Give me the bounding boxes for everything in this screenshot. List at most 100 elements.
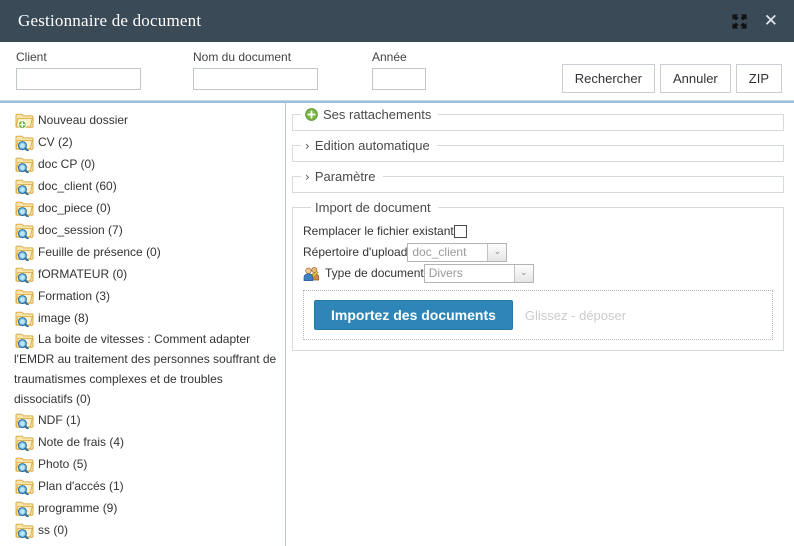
folder-search-icon (15, 412, 35, 430)
section-label: Ses rattachements (323, 107, 432, 122)
tree-item-label: Nouveau dossier (38, 113, 129, 127)
folder-search-icon (15, 522, 35, 540)
tree-item-label: Formation (3) (38, 289, 111, 303)
doc-type-label: Type de document (325, 266, 424, 280)
folder-add-icon (15, 112, 35, 130)
client-label: Client (16, 50, 47, 64)
section-import-de-document: Import de document Remplacer le fichier … (292, 200, 784, 351)
folder-search-icon (15, 310, 35, 328)
tree-item-nouveau-dossier[interactable]: Nouveau dossier (14, 109, 281, 131)
tree-item-note-de-frais[interactable]: Note de frais (4) (14, 431, 281, 453)
upload-dir-label: Répertoire d'upload (303, 245, 408, 259)
tree-item-programme[interactable]: programme (9) (14, 497, 281, 519)
tree-item-doc-client[interactable]: doc_client (60) (14, 175, 281, 197)
year-field-group: Année (372, 51, 426, 90)
section-edition-automatique-legend[interactable]: › Edition automatique (301, 138, 437, 153)
tree-item-plan-dacces[interactable]: Plan d'accés (1) (14, 475, 281, 497)
section-import-legend: Import de document (311, 200, 438, 215)
year-input[interactable] (372, 68, 426, 90)
page-title: Gestionnaire de document (18, 11, 202, 30)
main-content: Nouveau dossier CV (2) doc CP (0) doc_cl… (0, 101, 794, 546)
client-field-group: Client (16, 51, 141, 90)
section-label: Edition automatique (314, 138, 430, 153)
upload-dir-value: doc_client (412, 245, 467, 259)
tree-item-label: Feuille de présence (0) (38, 245, 161, 259)
search-button[interactable]: Rechercher (561, 64, 655, 93)
details-panel: Ses rattachements › Edition automatique … (286, 101, 794, 546)
chevron-right-icon[interactable]: › (305, 139, 310, 153)
users-icon (303, 266, 320, 281)
tree-item-doc-piece[interactable]: doc_piece (0) (14, 197, 281, 219)
folder-search-icon (15, 134, 35, 152)
document-name-field-group: Nom du document (193, 51, 318, 90)
section-label: Import de document (315, 200, 431, 215)
window-controls: ✕ (731, 12, 780, 30)
close-icon[interactable]: ✕ (762, 12, 780, 30)
tree-item-doc-session[interactable]: doc_session (7) (14, 219, 281, 241)
folder-search-icon (15, 434, 35, 452)
tree-item-ndf[interactable]: NDF (1) (14, 409, 281, 431)
folder-search-icon (15, 222, 35, 240)
folder-search-icon (15, 500, 35, 518)
year-label: Année (372, 50, 407, 64)
folder-search-icon (15, 178, 35, 196)
folder-search-icon (15, 456, 35, 474)
tree-item-label: programme (9) (38, 501, 118, 515)
folder-search-icon (15, 244, 35, 262)
tree-item-label: fORMATEUR (0) (38, 267, 128, 281)
tree-item-label: Note de frais (4) (38, 435, 125, 449)
tree-item-feuille-de-presence[interactable]: Feuille de présence (0) (14, 241, 281, 263)
section-parametre[interactable]: › Paramètre (292, 169, 784, 193)
document-name-label: Nom du document (193, 50, 292, 64)
chevron-right-icon[interactable]: › (305, 170, 310, 184)
tree-item-la-boite-de-vitesses[interactable]: La boite de vitesses : Comment adapter l… (14, 329, 281, 409)
section-ses-rattachements[interactable]: Ses rattachements (292, 107, 784, 131)
tree-item-doc-cp[interactable]: doc CP (0) (14, 153, 281, 175)
section-edition-automatique[interactable]: › Edition automatique (292, 138, 784, 162)
tree-item-image[interactable]: image (8) (14, 307, 281, 329)
replace-file-label: Remplacer le fichier existant (303, 224, 454, 238)
folder-search-icon (15, 266, 35, 284)
tree-item-formation[interactable]: Formation (3) (14, 285, 281, 307)
section-label: Paramètre (314, 169, 376, 184)
zip-button[interactable]: ZIP (735, 64, 782, 93)
section-ses-rattachements-legend[interactable]: Ses rattachements (301, 107, 438, 122)
cancel-button[interactable]: Annuler (659, 64, 731, 93)
folder-search-icon (15, 288, 35, 306)
folder-search-icon (15, 332, 35, 350)
upload-dir-row: Répertoire d'upload doc_client ⌄ (303, 242, 773, 263)
tree-item-label: doc_piece (0) (38, 201, 111, 215)
folder-search-icon (15, 478, 35, 496)
tree-item-label: NDF (1) (38, 413, 81, 427)
upload-dir-select[interactable]: doc_client ⌄ (407, 243, 508, 262)
tree-item-cv[interactable]: CV (2) (14, 131, 281, 153)
tree-item-label: doc CP (0) (38, 157, 96, 171)
replace-file-checkbox[interactable] (453, 225, 467, 238)
doc-type-select[interactable]: Divers ⌄ (423, 264, 534, 283)
document-manager-window: Gestionnaire de document ✕ Client Nom du… (0, 0, 794, 546)
tree-item-label: doc_client (60) (38, 179, 117, 193)
client-input[interactable] (16, 68, 141, 90)
folder-tree-panel: Nouveau dossier CV (2) doc CP (0) doc_cl… (0, 101, 286, 546)
import-documents-button[interactable]: Importez des documents (314, 300, 513, 330)
tree-item-label: image (8) (38, 311, 89, 325)
expand-arrows-icon[interactable] (731, 13, 748, 30)
plus-circle-icon[interactable] (305, 108, 318, 121)
file-dropzone[interactable]: Importez des documents Glissez - déposer (303, 290, 773, 340)
chevron-down-icon[interactable]: ⌄ (487, 244, 507, 261)
tree-item-label: Plan d'accés (1) (38, 479, 124, 493)
tree-item-label: Photo (5) (38, 457, 88, 471)
chevron-down-icon[interactable]: ⌄ (513, 265, 533, 282)
tree-item-ss[interactable]: ss (0) (14, 519, 281, 541)
tree-item-photo[interactable]: Photo (5) (14, 453, 281, 475)
doc-type-value: Divers (428, 266, 463, 280)
tree-item-formateur[interactable]: fORMATEUR (0) (14, 263, 281, 285)
tree-item-label: ss (0) (38, 523, 68, 537)
tree-item-label: La boite de vitesses : Comment adapter l… (14, 332, 277, 406)
replace-file-row: Remplacer le fichier existant (303, 221, 773, 242)
search-actions: Rechercher Annuler ZIP (561, 64, 782, 93)
dropzone-hint: Glissez - déposer (524, 307, 627, 323)
section-parametre-legend[interactable]: › Paramètre (301, 169, 383, 184)
tree-item-label: CV (2) (38, 135, 73, 149)
document-name-input[interactable] (193, 68, 318, 90)
